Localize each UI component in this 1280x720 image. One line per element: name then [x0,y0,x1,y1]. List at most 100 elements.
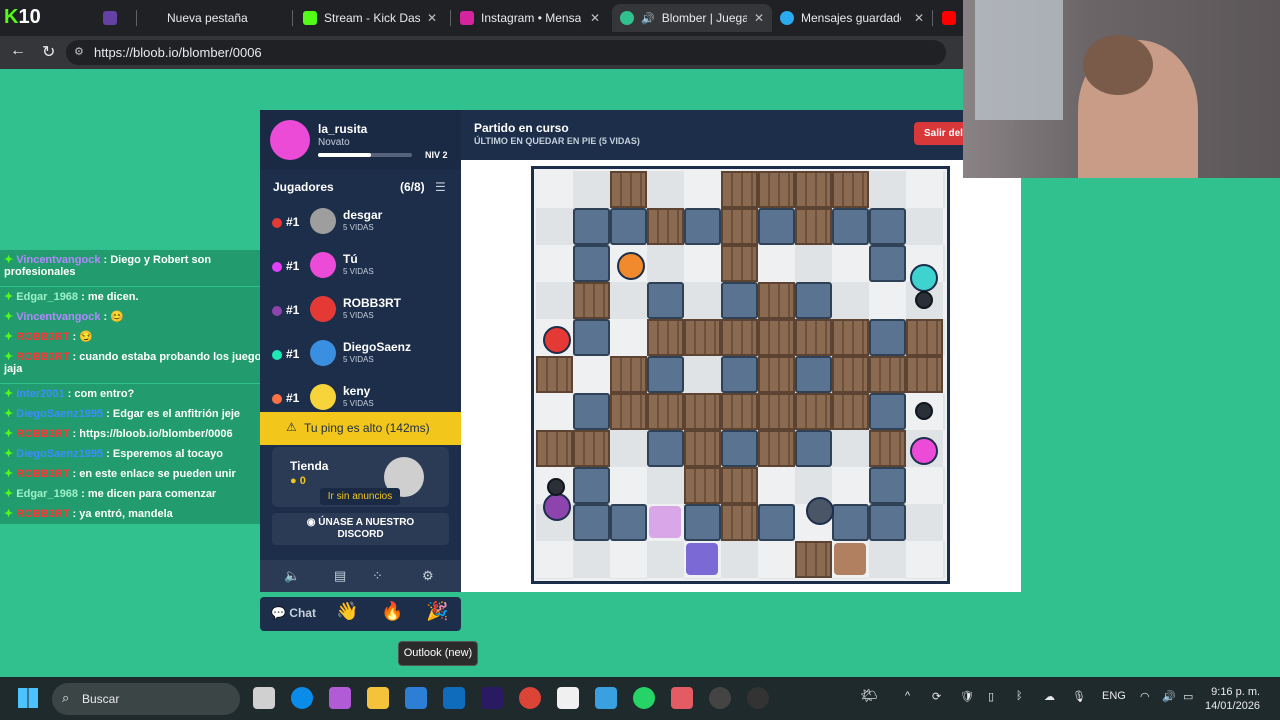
battery-icon[interactable]: ▭ [1183,690,1193,703]
reload-icon[interactable]: ↻ [42,42,55,62]
photos-icon[interactable] [595,687,617,709]
wall-block [610,504,647,541]
game-header: Partido en curso ÚLTIMO EN QUEDAR EN PIE… [461,110,963,160]
no-ads-button[interactable]: Ir sin anuncios [320,488,400,505]
chat-username[interactable]: DiegoSaenz1995 [16,408,103,420]
chat-username[interactable]: Edgar_1968 [16,488,78,500]
ping-text: Tu ping es alto (142ms) [304,421,430,435]
snipping-icon[interactable] [671,687,693,709]
players-icon[interactable]: ⁘ [372,568,383,584]
copilot-icon[interactable] [329,687,351,709]
bomb-icon [915,291,934,310]
player-row[interactable]: #1 desgar 5 VIDAS [260,202,455,246]
close-icon[interactable]: ✕ [590,11,600,25]
windows-start-icon[interactable] [18,688,38,708]
file-explorer-icon[interactable] [367,687,389,709]
wave-emote[interactable]: 👋 [336,601,358,622]
coin-icon: ● [290,475,297,487]
player-rank: #1 [286,391,300,405]
chat-username[interactable]: DiegoSaenz1995 [16,448,103,460]
chat-text: : com entro? [67,388,135,400]
chat-text: : me dicen. [81,291,139,303]
player-row[interactable]: #1 ROBB3RT 5 VIDAS [260,290,455,334]
edge-icon[interactable] [291,687,313,709]
player-name: desgar [343,208,383,222]
tab-twitch[interactable] [95,4,135,32]
discord-button[interactable]: ◉ ÚNASE A NUESTRO DISCORD [272,513,449,545]
volume-icon[interactable]: 🔈 [284,568,300,584]
volume-tray-icon[interactable]: 🔊 [1162,690,1176,703]
microphone-icon[interactable]: 🎙 [1072,690,1086,703]
chat-username[interactable]: ROBB3RT [16,351,69,363]
usb-icon[interactable]: ▯ [988,690,994,703]
rules-icon[interactable]: ▤ [334,568,346,584]
premiere-icon[interactable] [481,687,503,709]
cloud-icon[interactable]: ☁ [1044,690,1055,703]
close-icon[interactable]: ✕ [754,11,764,25]
outlook-icon[interactable] [443,687,465,709]
chat-username[interactable]: Vincentvangock [16,311,100,323]
crate-block [758,319,795,356]
chat-text: : 😊 [103,311,124,323]
chevron-up-icon[interactable]: ^ [905,690,910,702]
telegram-icon [780,11,794,25]
player-row[interactable]: #1 Tú 5 VIDAS [260,246,455,290]
whatsapp-icon[interactable] [633,687,655,709]
crate-block [795,393,832,430]
chat-badge-icon: ✦ [4,448,17,460]
system-clock[interactable]: 9:16 p. m. 14/01/2026 [1205,685,1260,713]
sync-icon[interactable]: ⟳ [932,690,941,703]
crate-block [610,171,647,208]
settings-sliders-icon[interactable]: ☰ [435,180,446,194]
site-info-icon[interactable]: ⚙ [74,45,84,58]
chat-username[interactable]: Edgar_1968 [16,291,78,303]
profile-header: la_rusita Novato NIV 2 [260,110,461,170]
tab-telegram[interactable]: Mensajes guardados✕ [772,4,932,32]
media-player-icon[interactable] [709,687,731,709]
tab-blomber[interactable]: 🔊Blomber | Juega Gr✕ [612,4,772,32]
crate-block [869,356,906,393]
chat-username[interactable]: Vincentvangock [16,254,100,266]
weather-icon[interactable]: 🌤 [860,687,878,704]
chat-badge-icon: ✦ [4,311,17,323]
bluetooth-icon[interactable]: ᛒ [1016,690,1023,702]
chat-text: : Esperemos al tocayo [106,448,223,460]
language-indicator[interactable]: ENG [1102,690,1126,702]
tab-youtube[interactable]: T [934,4,964,32]
player-rank: #1 [286,259,300,273]
kick-logo[interactable]: K10 [4,6,41,29]
exit-button[interactable]: Salir del [914,122,963,145]
chat-username[interactable]: ROBB3RT [16,508,69,520]
player-row[interactable]: #1 DiegoSaenz 5 VIDAS [260,334,455,378]
wifi-icon[interactable]: ◠ [1140,690,1150,703]
chat-username[interactable]: ROBB3RT [16,428,69,440]
player-color-dot [272,394,282,404]
tab-instagram[interactable]: Instagram • Mensajes✕ [452,4,608,32]
chrome-icon[interactable] [519,687,541,709]
close-icon[interactable]: ✕ [427,11,437,25]
store-icon[interactable] [405,687,427,709]
url-field[interactable]: ⚙ https://bloob.io/blomber/0006 [66,40,946,65]
chat-message: ✦ ROBB3RT : https://bloob.io/blomber/000… [0,424,268,444]
party-emote[interactable]: 🎉 [426,601,448,622]
crate-block [684,467,721,504]
game-board[interactable] [531,166,950,584]
tab-kick[interactable]: Stream - Kick Dashboard✕ [295,4,445,32]
taskbar-search[interactable]: ⌕ Buscar [52,683,240,715]
chat-username[interactable]: ROBB3RT [16,331,69,343]
back-icon[interactable]: ← [10,42,26,60]
capcut-icon[interactable] [557,687,579,709]
tab-new[interactable]: Nueva pestaña [138,4,288,32]
speaker-icon[interactable]: 🔊 [641,12,655,25]
obs-icon[interactable] [747,687,769,709]
gear-icon[interactable]: ⚙ [422,568,434,584]
chat-button[interactable]: 💬 Chat [264,603,323,625]
chat-username[interactable]: Inter2001 [16,388,64,400]
close-icon[interactable]: ✕ [914,11,924,25]
antivirus-icon[interactable]: 🛡 [960,690,974,703]
crate-block [795,208,832,245]
chat-username[interactable]: ROBB3RT [16,468,69,480]
fire-emote[interactable]: 🔥 [381,601,403,622]
chat-emote-bar: 💬 Chat 👋 🔥 🎉 [260,597,461,631]
task-view-icon[interactable] [253,687,275,709]
